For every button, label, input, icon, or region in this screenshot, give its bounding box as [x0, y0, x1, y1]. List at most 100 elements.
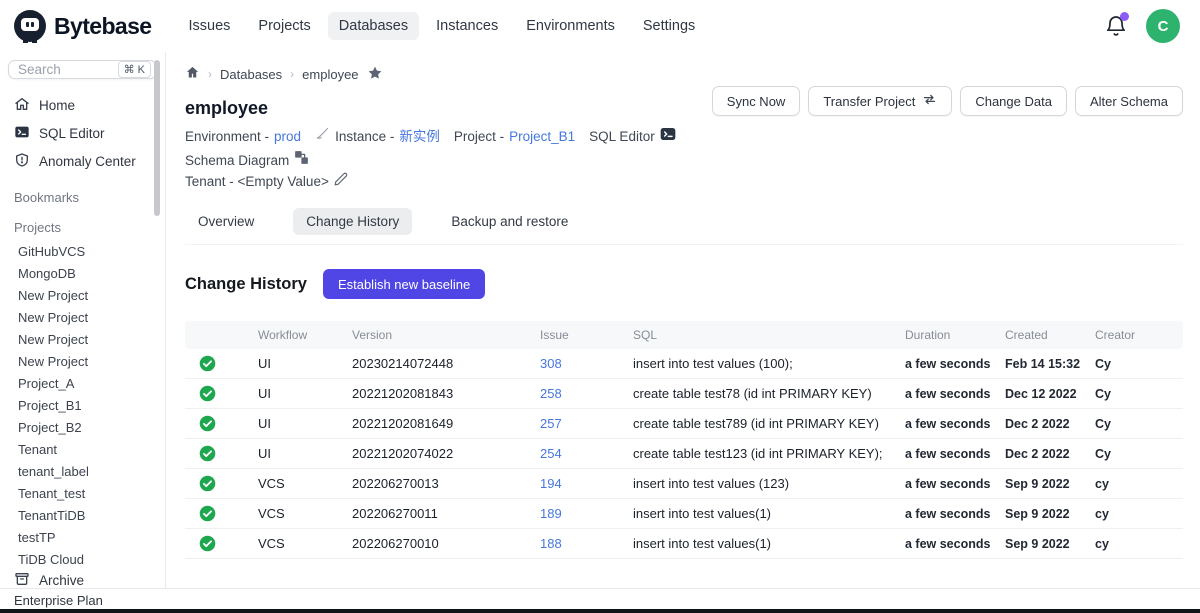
- version-cell: 20221202081649: [344, 409, 532, 439]
- issue-link[interactable]: 189: [540, 506, 562, 521]
- creator-cell: Cy: [1087, 409, 1183, 439]
- table-row[interactable]: UI 20221202074022 254 create table test1…: [185, 439, 1183, 469]
- sidebar-item-label: Home: [39, 98, 75, 113]
- meta-schema-diagram[interactable]: Schema Diagram: [185, 150, 309, 170]
- table-row[interactable]: VCS 202206270011 189 insert into test va…: [185, 499, 1183, 529]
- sidebar-project-item[interactable]: Project_B2: [0, 417, 165, 439]
- duration-cell: a few seconds: [897, 349, 997, 379]
- nav-settings[interactable]: Settings: [632, 12, 706, 40]
- column-header: Workflow: [250, 321, 344, 349]
- establish-baseline-button[interactable]: Establish new baseline: [323, 269, 485, 299]
- sql-cell: create table test78 (id int PRIMARY KEY): [625, 379, 897, 409]
- breadcrumb-databases[interactable]: Databases: [220, 67, 282, 82]
- tab-change-history[interactable]: Change History: [293, 208, 412, 235]
- database-tabs: Overview Change History Backup and resto…: [185, 208, 1183, 245]
- table-row[interactable]: VCS 202206270013 194 insert into test va…: [185, 469, 1183, 499]
- sidebar-project-item[interactable]: tenant_label: [0, 461, 165, 483]
- version-cell: 20230214072448: [344, 349, 532, 379]
- terminal-icon: [14, 124, 30, 143]
- tenant-label: Tenant - <Empty Value>: [185, 172, 329, 191]
- issue-link[interactable]: 258: [540, 386, 562, 401]
- status-cell: [185, 379, 250, 409]
- sidebar-scrollbar[interactable]: [154, 60, 160, 216]
- instance-link[interactable]: 新实例: [399, 127, 440, 146]
- sidebar-item-sql-editor[interactable]: SQL Editor: [0, 119, 165, 147]
- issue-link[interactable]: 194: [540, 476, 562, 491]
- transfer-project-button[interactable]: Transfer Project: [808, 86, 952, 116]
- breadcrumb: › Databases › employee: [185, 64, 1183, 84]
- change-data-button[interactable]: Change Data: [960, 86, 1067, 116]
- environment-label: Environment -: [185, 127, 269, 146]
- nav-environments[interactable]: Environments: [515, 12, 626, 40]
- table-row[interactable]: UI 20221202081649 257 create table test7…: [185, 409, 1183, 439]
- change-history-table: WorkflowVersionIssueSQLDurationCreatedCr…: [185, 321, 1183, 559]
- project-link[interactable]: Project_B1: [509, 127, 575, 146]
- sidebar-project-item[interactable]: testTP: [0, 527, 165, 549]
- schema-diagram-label: Schema Diagram: [185, 151, 289, 170]
- alter-schema-button[interactable]: Alter Schema: [1075, 86, 1183, 116]
- sidebar-project-item[interactable]: TenantTiDB: [0, 505, 165, 527]
- favorite-star-icon[interactable]: [367, 65, 383, 84]
- search-box[interactable]: ⌘ K: [8, 60, 157, 79]
- column-header: Duration: [897, 321, 997, 349]
- created-cell: Sep 9 2022: [997, 529, 1087, 559]
- table-row[interactable]: UI 20230214072448 308 insert into test v…: [185, 349, 1183, 379]
- sidebar-item-home[interactable]: Home: [0, 91, 165, 119]
- notification-dot: [1120, 12, 1129, 21]
- created-cell: Feb 14 15:32: [997, 349, 1087, 379]
- change-history-heading: Change History: [185, 275, 307, 294]
- issue-link[interactable]: 308: [540, 356, 562, 371]
- issue-link[interactable]: 257: [540, 416, 562, 431]
- nav-databases[interactable]: Databases: [328, 12, 419, 40]
- brand-logo[interactable]: Bytebase: [14, 10, 151, 42]
- tab-backup-and-restore[interactable]: Backup and restore: [438, 208, 581, 235]
- sidebar-project-item[interactable]: Tenant: [0, 439, 165, 461]
- sidebar-project-item[interactable]: New Project: [0, 307, 165, 329]
- nav-projects[interactable]: Projects: [247, 12, 321, 40]
- search-input[interactable]: [18, 62, 100, 77]
- meta-instance: Instance - 新实例: [315, 126, 440, 146]
- environment-link[interactable]: prod: [274, 127, 301, 146]
- sync-now-button[interactable]: Sync Now: [712, 86, 801, 116]
- issue-cell: 189: [532, 499, 625, 529]
- duration-cell: a few seconds: [897, 499, 997, 529]
- sidebar-project-item[interactable]: New Project: [0, 351, 165, 373]
- meta-project: Project - Project_B1: [454, 127, 575, 146]
- issue-cell: 257: [532, 409, 625, 439]
- breadcrumb-employee[interactable]: employee: [302, 67, 358, 82]
- status-cell: [185, 409, 250, 439]
- breadcrumb-home-icon[interactable]: [185, 65, 200, 83]
- sidebar-project-item[interactable]: Project_A: [0, 373, 165, 395]
- table-row[interactable]: VCS 202206270010 188 insert into test va…: [185, 529, 1183, 559]
- status-cell: [185, 529, 250, 559]
- issue-link[interactable]: 188: [540, 536, 562, 551]
- sql-editor-terminal-icon: [660, 127, 676, 146]
- top-navbar: Bytebase Issues Projects Databases Insta…: [0, 0, 1200, 52]
- sidebar-project-item[interactable]: New Project: [0, 329, 165, 351]
- issue-link[interactable]: 254: [540, 446, 562, 461]
- workflow-cell: UI: [250, 379, 344, 409]
- main-nav: Issues Projects Databases Instances Envi…: [177, 12, 706, 40]
- meta-tenant: Tenant - <Empty Value>: [185, 172, 348, 191]
- creator-cell: cy: [1087, 469, 1183, 499]
- sidebar-project-item[interactable]: TiDB Cloud: [0, 549, 165, 571]
- sidebar-project-item[interactable]: Project_B1: [0, 395, 165, 417]
- edit-pencil-icon[interactable]: [334, 172, 348, 191]
- table-row[interactable]: UI 20221202081843 258 create table test7…: [185, 379, 1183, 409]
- user-avatar[interactable]: C: [1146, 9, 1180, 43]
- sidebar-project-item[interactable]: GitHubVCS: [0, 241, 165, 263]
- success-check-icon: [199, 355, 216, 372]
- nav-issues[interactable]: Issues: [177, 12, 241, 40]
- status-cell: [185, 349, 250, 379]
- tab-overview[interactable]: Overview: [185, 208, 267, 235]
- sidebar-item-anomaly-center[interactable]: Anomaly Center: [0, 147, 165, 175]
- nav-instances[interactable]: Instances: [425, 12, 509, 40]
- meta-sql-editor[interactable]: SQL Editor: [589, 127, 676, 146]
- button-label: Alter Schema: [1090, 94, 1168, 109]
- success-check-icon: [199, 505, 216, 522]
- version-cell: 20221202081843: [344, 379, 532, 409]
- notifications-bell-icon[interactable]: [1104, 14, 1128, 38]
- sidebar-project-item[interactable]: New Project: [0, 285, 165, 307]
- sidebar-project-item[interactable]: Tenant_test: [0, 483, 165, 505]
- sidebar-project-item[interactable]: MongoDB: [0, 263, 165, 285]
